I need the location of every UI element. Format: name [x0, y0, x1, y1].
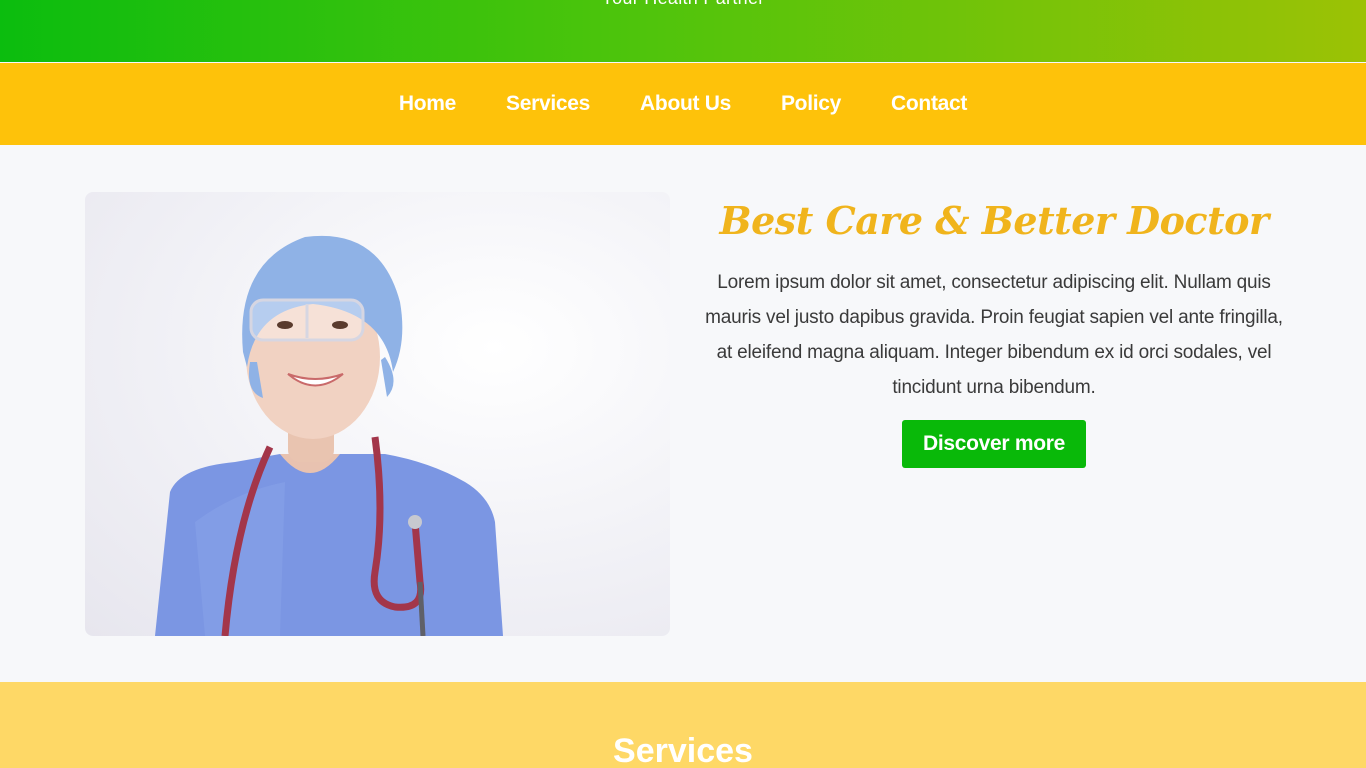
nav-about-us[interactable]: About Us	[640, 92, 731, 116]
nav-services[interactable]: Services	[506, 92, 590, 116]
nav-policy[interactable]: Policy	[781, 92, 841, 116]
doctor-photo	[85, 192, 670, 636]
doctor-illustration	[155, 235, 503, 636]
hero-title: Best Care & Better Doctor	[719, 198, 1269, 243]
nav-home[interactable]: Home	[399, 92, 456, 116]
services-section: Services	[0, 682, 1366, 768]
site-tagline: Your Health Partner	[0, 0, 1366, 9]
services-heading: Services	[613, 732, 753, 768]
main-navbar: Home Services About Us Policy Contact	[0, 63, 1366, 145]
nav-contact[interactable]: Contact	[891, 92, 967, 116]
hero-description: Lorem ipsum dolor sit amet, consectetur …	[705, 272, 1283, 398]
hero-text-block: Best Care & Better Doctor Lorem ipsum do…	[700, 192, 1288, 468]
top-banner: Your Health Partner	[0, 0, 1366, 62]
discover-more-button[interactable]: Discover more	[901, 420, 1086, 468]
hero-section: Best Care & Better Doctor Lorem ipsum do…	[0, 145, 1366, 682]
